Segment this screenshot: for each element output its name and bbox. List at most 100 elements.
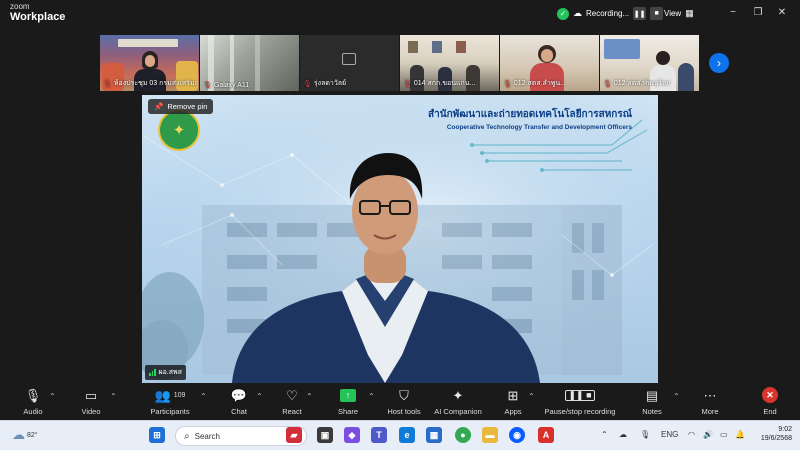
speaker-volume-icon[interactable]: 🔊 [703, 430, 713, 439]
ai-companion-button[interactable]: ✦ AI Companion [432, 386, 484, 419]
sparkle-icon: ✦ [452, 387, 464, 403]
signal-bars-icon [149, 369, 156, 376]
battery-icon[interactable]: ▭ [720, 430, 728, 439]
teams-icon[interactable]: T [371, 427, 387, 443]
participants-icon: 👥 109 [154, 387, 186, 403]
microphone-tray-icon[interactable]: 🎙 [640, 430, 650, 439]
participant-tile[interactable]: 🎙 รุ่งลดาวัลย์ [300, 35, 399, 91]
restore-icon[interactable]: ❐ [751, 7, 765, 19]
react-button[interactable]: ♡ React [280, 386, 304, 419]
chat-options-chevron-icon[interactable]: ⌃ [256, 392, 263, 401]
participant-tile[interactable]: 🎙 012 สตส.ลำพูน... [500, 35, 599, 91]
flag-app-icon[interactable]: ▰ [286, 427, 302, 443]
host-tools-button[interactable]: ⛉ Host tools [384, 386, 424, 419]
audio-label: Audio [23, 407, 43, 416]
search-input[interactable] [194, 431, 275, 441]
pause-stop-recording-button[interactable]: ❚❚ ■ Pause/stop recording [541, 386, 619, 419]
more-button[interactable]: ⋯ More [699, 386, 721, 419]
cloud-weather-icon: ☁ [12, 427, 25, 442]
share-options-chevron-icon[interactable]: ⌃ [368, 392, 375, 401]
mic-muted-icon: 🎙 [403, 80, 412, 88]
pause-recording-icon[interactable]: ❚❚ [633, 7, 647, 20]
cloud-sync-icon[interactable]: ☁ [619, 430, 627, 439]
host-tools-label: Host tools [387, 407, 421, 416]
video-camera-icon: ▭ [84, 387, 98, 403]
mic-muted-icon: 🎙 [503, 80, 512, 88]
participant-tile[interactable]: 🎙 Galaxy A11 [200, 35, 299, 91]
participant-strip: 🎙ห้องประชุม 03 กรมส่งเสริมสห... 🎙Galaxy … [100, 35, 699, 91]
participant-name: 🎙 รุ่งลดาวัลย์ [303, 80, 347, 88]
more-label: More [701, 407, 719, 416]
apps-button[interactable]: ⊞ Apps [502, 386, 524, 419]
participant-tile[interactable]: 🎙 012 สตส.พิษณุโลก [600, 35, 699, 91]
notes-button[interactable]: ▤ Notes [641, 386, 663, 419]
file-explorer-icon[interactable]: ▬ [482, 427, 498, 443]
notification-bell-icon[interactable]: 🔔 [735, 430, 745, 439]
clock-date: 19/6/2568 [760, 435, 792, 443]
pause-stop-recording-label: Pause/stop recording [544, 407, 616, 416]
participants-options-chevron-icon[interactable]: ⌃ [200, 392, 207, 401]
language-indicator[interactable]: ENG [661, 430, 678, 439]
organization-logo: ✦ [158, 109, 200, 151]
more-dots-icon: ⋯ [703, 387, 717, 403]
task-view-icon[interactable]: ▣ [317, 427, 333, 443]
notes-options-chevron-icon[interactable]: ⌃ [673, 392, 680, 401]
org-title-english: Cooperative Technology Transfer and Deve… [446, 124, 632, 131]
mic-muted-icon: 🎙 [203, 82, 212, 89]
share-label: Share [337, 407, 358, 416]
copilot-icon[interactable]: ◆ [344, 427, 360, 443]
react-options-chevron-icon[interactable]: ⌃ [306, 392, 313, 401]
remove-pin-button[interactable]: 📌 Remove pin [148, 99, 214, 114]
participants-label: Participants [150, 407, 190, 416]
pdf-reader-icon[interactable]: A [538, 427, 554, 443]
org-title-thai: สำนักพัฒนาและถ่ายทอดเทคโนโลยีการสหกรณ์ [428, 109, 632, 120]
chrome-icon[interactable]: ● [455, 427, 471, 443]
minimize-icon[interactable]: − [726, 7, 740, 19]
view-button[interactable]: View ▦ [664, 5, 694, 21]
heart-icon: ♡ [286, 387, 298, 403]
system-clock[interactable]: 9:02 19/6/2568 [752, 425, 792, 444]
organization-title: สำนักพัฒนาและถ่ายทอดเทคโนโลยีการสหกรณ์ C… [392, 107, 632, 131]
audio-button[interactable]: 🎙 Audio [20, 386, 46, 419]
apps-label: Apps [504, 407, 522, 416]
share-screen-icon: ↑ [340, 388, 356, 402]
store-icon[interactable]: ▦ [426, 427, 442, 443]
mic-muted-icon: 🎙 [103, 80, 112, 88]
close-icon[interactable]: ✕ [775, 7, 789, 19]
participant-tile[interactable]: 🎙ห้องประชุม 03 กรมส่งเสริมสห... [100, 35, 199, 91]
zoom-app-icon[interactable]: ◉ [509, 427, 525, 443]
participants-button[interactable]: 👥 109 Participants [148, 386, 192, 419]
title-bar: zoom Workplace ✓ ☁ Recording... ❚❚ ■ Vie… [0, 0, 800, 28]
temperature: 82° [27, 431, 38, 439]
mic-muted-icon: 🎙 [303, 80, 312, 88]
chat-button[interactable]: 💬 Chat [228, 386, 250, 419]
pin-icon: 📌 [154, 102, 164, 111]
audio-options-chevron-icon[interactable]: ⌃ [49, 392, 56, 401]
cloud-record-icon: ☁ [573, 8, 582, 18]
shield-check-icon[interactable]: ✓ [557, 7, 569, 20]
zoom-window: zoom Workplace ✓ ☁ Recording... ❚❚ ■ Vie… [0, 0, 800, 450]
remove-pin-label: Remove pin [167, 102, 208, 111]
clock-time: 9:02 [778, 426, 792, 433]
end-call-icon: ✕ [762, 387, 778, 403]
speaker-name-tag: ผอ.สพส [145, 365, 186, 380]
wifi-icon[interactable]: ◠ [688, 430, 695, 439]
video-button[interactable]: ▭ Video [78, 386, 104, 419]
edge-browser-icon[interactable]: e [399, 427, 415, 443]
notes-icon: ▤ [645, 387, 659, 403]
pinned-video: 📌 Remove pin ✦ สำนักพัฒนาและถ่ายทอดเทคโน… [142, 95, 658, 383]
apps-options-chevron-icon[interactable]: ⌃ [528, 392, 535, 401]
participant-tile[interactable]: 🎙 014 สกก.ขอนแก่น... [400, 35, 499, 91]
share-button[interactable]: ↑ Share [336, 386, 360, 419]
show-hidden-icons-chevron-icon[interactable]: ⌃ [601, 430, 608, 439]
shield-icon: ⛉ [399, 387, 409, 403]
weather-widget[interactable]: ☁ 82° [12, 427, 38, 443]
start-windows-icon[interactable]: ⊞ [149, 427, 165, 443]
stop-recording-icon[interactable]: ■ [650, 7, 664, 20]
recording-label: Recording... [586, 9, 630, 18]
participant-name: 🎙 Galaxy A11 [203, 81, 250, 90]
grid-view-icon: ▦ [685, 7, 694, 18]
video-options-chevron-icon[interactable]: ⌃ [110, 392, 117, 401]
next-page-arrow-icon[interactable]: › [709, 53, 729, 73]
end-meeting-button[interactable]: ✕ End [760, 386, 780, 419]
